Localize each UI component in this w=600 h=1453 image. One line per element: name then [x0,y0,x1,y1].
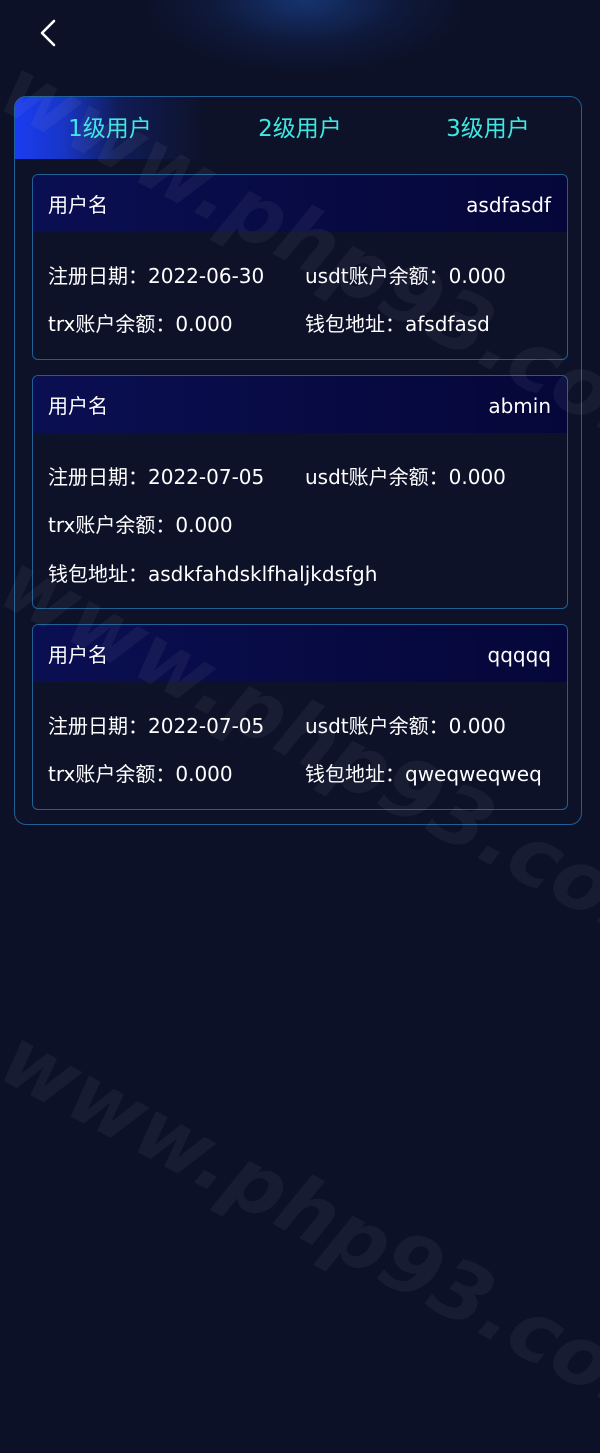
wallet-address: 钱包地址：asdkfahdsklfhaljkdsfgh [48,562,378,586]
username-value: asdfasdf [466,193,551,217]
chevron-left-icon [40,19,56,47]
card-header: 用户名 abmin [33,376,567,433]
register-date: 注册日期：2022-06-30 [48,264,265,288]
usdt-balance: usdt账户余额：0.000 [305,465,506,489]
trx-balance: trx账户余额：0.000 [48,513,233,537]
register-date: 注册日期：2022-07-05 [48,714,265,738]
tab-level-1[interactable]: 1级用户 [15,97,205,159]
trx-balance: trx账户余额：0.000 [48,762,233,786]
card-header: 用户名 asdfasdf [33,175,567,232]
watermark: www.php93.com [0,1010,600,1453]
tab-level-2[interactable]: 2级用户 [205,97,395,159]
user-list-panel: 1级用户 2级用户 3级用户 用户名 asdfasdf 注册日期：2022-06… [14,96,582,825]
back-button[interactable] [30,14,70,54]
wallet-address: 钱包地址：afsdfasd [305,312,490,336]
header-glow [150,0,460,70]
username-value: abmin [488,394,551,418]
trx-balance: trx账户余额：0.000 [48,312,233,336]
card-header: 用户名 qqqqq [33,625,567,682]
username-label: 用户名 [48,643,108,667]
user-card: 用户名 qqqqq 注册日期：2022-07-05 usdt账户余额：0.000… [32,624,568,810]
username-label: 用户名 [48,394,108,418]
username-label: 用户名 [48,193,108,217]
user-card: 用户名 abmin 注册日期：2022-07-05 usdt账户余额：0.000… [32,375,568,609]
tab-level-3[interactable]: 3级用户 [393,97,583,159]
wallet-address: 钱包地址：qweqweqweq [305,762,542,786]
level-tabs: 1级用户 2级用户 3级用户 [15,97,581,159]
user-card: 用户名 asdfasdf 注册日期：2022-06-30 usdt账户余额：0.… [32,174,568,360]
username-value: qqqqq [487,643,551,667]
usdt-balance: usdt账户余额：0.000 [305,264,506,288]
usdt-balance: usdt账户余额：0.000 [305,714,506,738]
register-date: 注册日期：2022-07-05 [48,465,265,489]
